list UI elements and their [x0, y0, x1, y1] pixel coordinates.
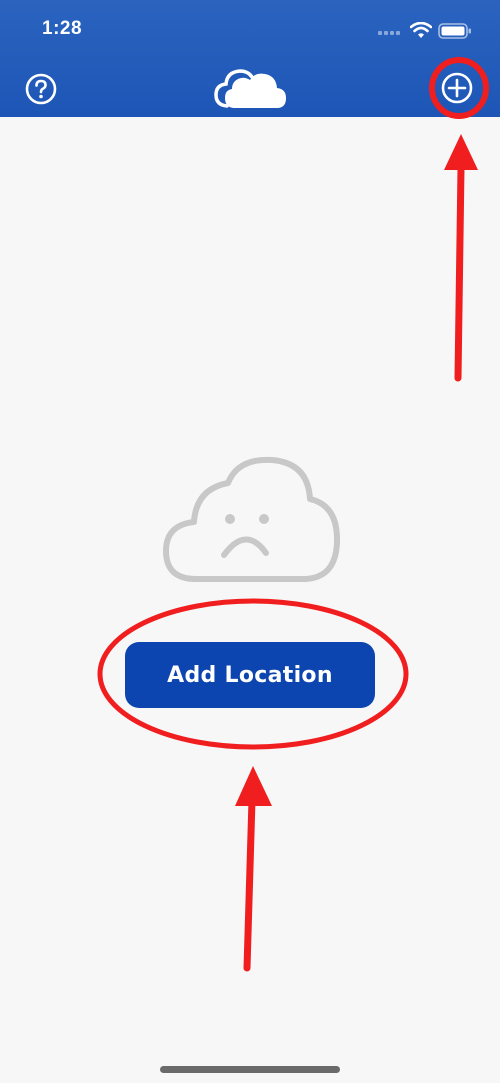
app-header: 1:28 — [0, 0, 500, 117]
battery-icon — [438, 23, 471, 39]
sad-cloud-icon — [163, 456, 341, 582]
app-screen: 1:28 Add Location — [0, 0, 500, 1083]
app-logo — [213, 64, 287, 110]
home-indicator[interactable] — [160, 1066, 340, 1073]
add-location-header-button[interactable] — [440, 71, 474, 105]
signal-icon — [378, 31, 400, 35]
empty-state — [160, 453, 344, 585]
annotation-arrow-bottom-head — [235, 766, 272, 806]
help-button[interactable] — [24, 72, 58, 106]
cloud-logo-icon — [214, 69, 286, 108]
question-circle-icon — [25, 73, 57, 105]
plus-circle-icon — [441, 72, 473, 104]
status-indicators — [368, 20, 478, 44]
status-time: 1:28 — [42, 18, 83, 39]
add-location-button[interactable]: Add Location — [125, 642, 375, 708]
annotation-arrow-bottom-shaft — [243, 796, 256, 972]
annotation-arrow-top-shaft — [454, 164, 465, 382]
annotation-arrow-top-head — [444, 134, 478, 170]
wifi-icon — [410, 22, 432, 38]
